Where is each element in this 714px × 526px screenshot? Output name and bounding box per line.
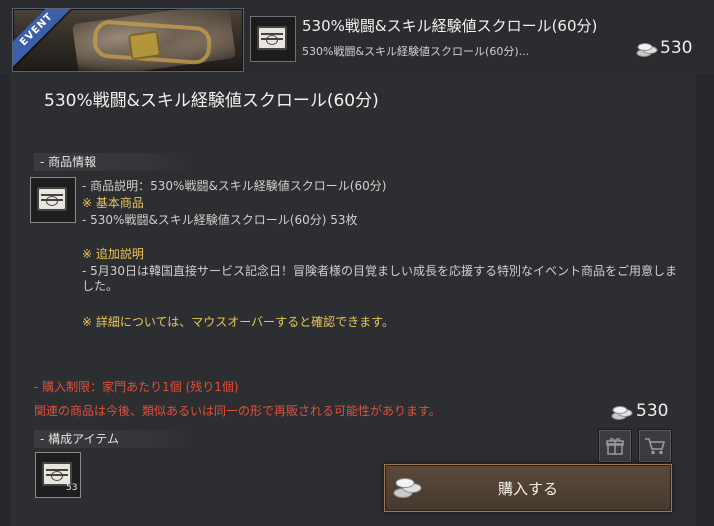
basic-product-contents: - 530%戦闘&スキル経験値スクロール(60分) 53枚 (82, 213, 358, 227)
silver-coins-icon (611, 406, 633, 420)
scroll-icon (37, 187, 67, 211)
silver-coins-icon (393, 478, 422, 498)
silver-coins-icon (636, 43, 658, 57)
product-title: 530%戦闘&スキル経験値スクロール(60分) (44, 91, 379, 111)
components-section-label: - 構成アイテム (34, 430, 198, 448)
cart-icon (645, 438, 666, 455)
buy-button[interactable]: 購入する (384, 464, 672, 512)
additional-info-note: ※ 追加説明 (82, 247, 144, 261)
cart-button[interactable] (638, 429, 672, 463)
product-description-line: - 商品説明：530%戦闘&スキル経験値スクロール(60分) (82, 179, 387, 193)
chained-chest-image (71, 9, 237, 71)
buy-button-label: 購入する (497, 479, 558, 498)
component-count: 53 (66, 483, 78, 493)
header-title: 530%戦闘&スキル経験値スクロール(60分) (302, 17, 598, 35)
header-subtitle: 530%戦闘&スキル経験値スクロール(60分)... (302, 45, 530, 58)
scroll-icon (257, 26, 287, 50)
resale-notice: 関連の商品は今後、類似あるいは同一の形で再販される可能性があります。 (34, 404, 441, 418)
details-mouseover-note: ※ 詳細については、マウスオーバーすると確認できます。 (82, 315, 394, 329)
header-item-icon-frame[interactable] (250, 16, 296, 62)
gift-icon (606, 438, 624, 455)
additional-info-text: - 5月30日は韓国直接サービス記念日！冒険者様の目覚ましい成長を応援する特別な… (82, 264, 678, 293)
basic-product-note: ※ 基本商品 (82, 196, 144, 210)
header-price: 530 (660, 38, 693, 58)
product-detail-panel (10, 74, 696, 526)
purchase-limit: - 購入制限：家門あたり1個 (残り1個) (34, 380, 239, 394)
event-badge: EVENT (13, 9, 76, 69)
event-banner[interactable]: EVENT (12, 8, 244, 72)
product-info-section-label: - 商品情報 (34, 153, 198, 171)
product-item-icon[interactable] (30, 177, 76, 223)
gift-button[interactable] (598, 429, 632, 463)
product-price: 530 (636, 401, 669, 421)
